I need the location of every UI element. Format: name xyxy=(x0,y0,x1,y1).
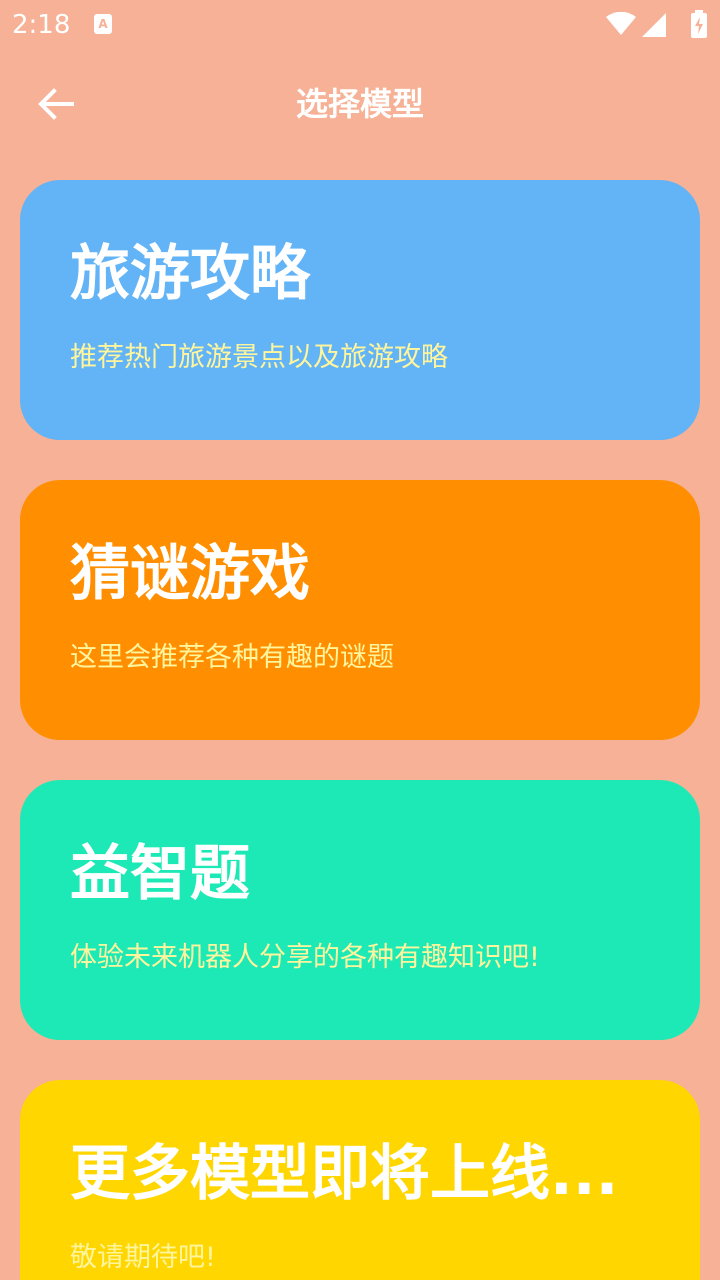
screen: 2:18 A 选择模型 旅游攻略 推荐热门旅游景点以及旅游攻略 猜谜游戏 这里会… xyxy=(0,0,720,1280)
svg-text:A: A xyxy=(98,17,108,31)
card-title: 更多模型即将上线... xyxy=(70,1139,619,1209)
card-title: 益智题 xyxy=(70,839,250,909)
page-title: 选择模型 xyxy=(295,85,424,123)
card-subtitle: 推荐热门旅游景点以及旅游攻略 xyxy=(70,342,448,373)
model-card-puzzle[interactable]: 益智题 体验未来机器人分享的各种有趣知识吧! xyxy=(20,780,700,1040)
battery-charging-icon xyxy=(690,10,708,38)
wifi-icon xyxy=(606,11,636,36)
model-card-travel-guide[interactable]: 旅游攻略 推荐热门旅游景点以及旅游攻略 xyxy=(20,180,700,440)
card-subtitle: 敬请期待吧! xyxy=(70,1242,216,1273)
card-subtitle: 这里会推荐各种有趣的谜题 xyxy=(70,642,394,673)
status-time: 2:18 xyxy=(12,10,71,40)
status-icons xyxy=(598,10,708,40)
card-title: 旅游攻略 xyxy=(70,239,310,309)
model-card-riddle-game[interactable]: 猜谜游戏 这里会推荐各种有趣的谜题 xyxy=(20,480,700,740)
app-bar: 选择模型 xyxy=(0,60,720,152)
cell-signal-icon xyxy=(642,13,666,37)
model-card-coming-soon[interactable]: 更多模型即将上线... 敬请期待吧! xyxy=(20,1080,700,1280)
status-bar: 2:18 A xyxy=(0,0,720,50)
app-notification-icon: A xyxy=(94,14,112,34)
card-title: 猜谜游戏 xyxy=(70,539,310,609)
card-subtitle: 体验未来机器人分享的各种有趣知识吧! xyxy=(70,942,540,973)
